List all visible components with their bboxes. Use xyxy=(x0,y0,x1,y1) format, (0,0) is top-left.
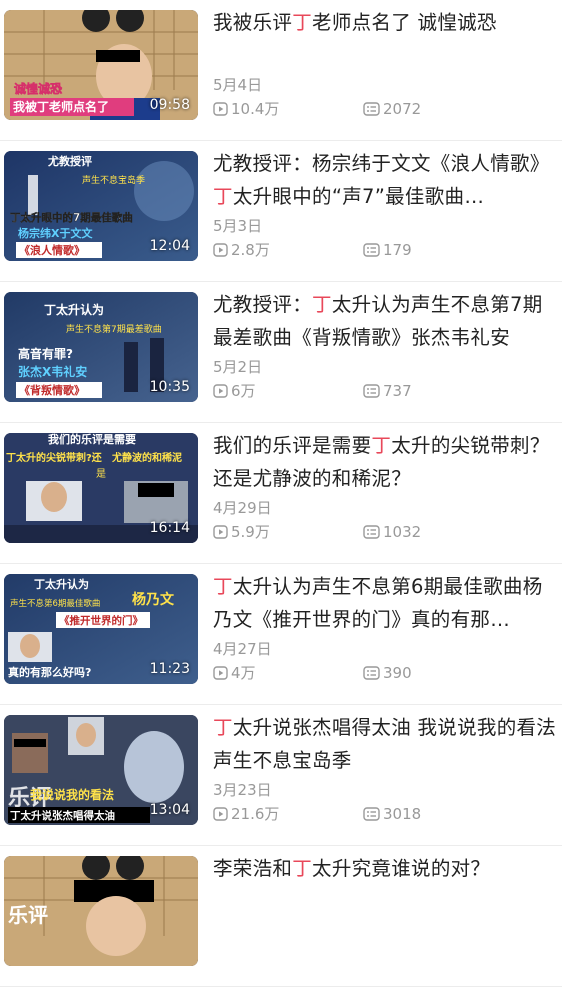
svg-text:声生不息宝岛季: 声生不息宝岛季 xyxy=(82,174,145,186)
video-thumbnail[interactable]: 丁太升认为 声生不息第7期最差歌曲 高音有罪? 张杰X韦礼安 《背叛情歌》 10… xyxy=(4,292,198,402)
play-count-icon xyxy=(213,524,228,539)
video-thumbnail[interactable]: 丁太升认为 声生不息第6期最佳歌曲 杨乃文 《推开世界的门》 真的有那么好吗? … xyxy=(4,574,198,684)
svg-text:丁太升认为: 丁太升认为 xyxy=(44,302,104,317)
video-thumbnail[interactable]: 乐评 我说说我的看法 丁太升说张杰唱得太油 13:04 xyxy=(4,715,198,825)
svg-text:《推开世界的门》: 《推开世界的门》 xyxy=(59,614,143,627)
video-date: 5月2日 xyxy=(213,358,263,376)
video-date: 3月23日 xyxy=(213,781,272,799)
comment-count: 1032 xyxy=(383,522,422,541)
thumbnail-image: 乐评 xyxy=(4,856,198,966)
video-stats: 21.6万 3018 xyxy=(213,803,558,824)
svg-text:张杰X韦礼安: 张杰X韦礼安 xyxy=(18,364,87,379)
video-stats: 5.9万 1032 xyxy=(213,521,558,542)
video-title[interactable]: 尤教授评：杨宗纬于文文《浪人情歌》丁太升眼中的“声7”最佳歌曲… xyxy=(213,147,558,213)
danmaku-count-icon xyxy=(363,665,380,680)
video-duration: 16:14 xyxy=(149,520,190,536)
video-date: 4月29日 xyxy=(213,499,272,517)
svg-text:尤教授评: 尤教授评 xyxy=(47,154,92,168)
svg-text:丁太升说张杰唱得太油: 丁太升说张杰唱得太油 xyxy=(10,809,115,822)
play-count-icon xyxy=(213,101,228,116)
video-duration: 13:04 xyxy=(149,802,190,818)
play-count-icon xyxy=(213,665,228,680)
video-stats: 10.4万 2072 xyxy=(213,98,558,119)
svg-text:高音有罪?: 高音有罪? xyxy=(18,346,73,361)
view-count: 6万 xyxy=(231,382,256,400)
video-item[interactable]: 我们的乐评是需要 丁太升的尖锐带刺?还 是 尤静波的和稀泥 16:14 我们的乐… xyxy=(0,423,562,564)
svg-text:我们的乐评是需要: 我们的乐评是需要 xyxy=(48,433,136,446)
comment-count: 2072 xyxy=(383,99,422,118)
svg-text:是: 是 xyxy=(96,468,106,480)
svg-text:杨乃文: 杨乃文 xyxy=(132,591,175,608)
view-count: 21.6万 xyxy=(231,805,280,823)
video-thumbnail[interactable]: 乐评 xyxy=(4,856,198,966)
video-date: 4月27日 xyxy=(213,640,272,658)
video-title[interactable]: 李荣浩和丁太升究竟谁说的对？ xyxy=(213,852,558,885)
svg-text:丁太升的尖锐带刺?还: 丁太升的尖锐带刺?还 xyxy=(6,451,103,464)
video-duration: 11:23 xyxy=(149,661,190,677)
svg-text:杨宗纬X于文文: 杨宗纬X于文文 xyxy=(18,226,93,240)
video-title[interactable]: 我被乐评丁老师点名了 诚惶诚恐 xyxy=(213,6,558,39)
svg-text:真的有那么好吗?: 真的有那么好吗? xyxy=(8,665,91,679)
svg-text:《背叛情歌》: 《背叛情歌》 xyxy=(19,383,85,397)
video-title[interactable]: 丁太升说张杰唱得太油 我说说我的看法 声生不息宝岛季 xyxy=(213,711,558,777)
svg-text:乐评: 乐评 xyxy=(8,903,48,927)
video-item[interactable]: 丁太升认为 声生不息第7期最差歌曲 高音有罪? 张杰X韦礼安 《背叛情歌》 10… xyxy=(0,282,562,423)
video-date: 5月3日 xyxy=(213,217,263,235)
comment-count: 390 xyxy=(383,663,412,682)
video-item[interactable]: 诚惶诚恐 我被丁老师点名了 09:58 我被乐评丁老师点名了 诚惶诚恐 5月4日… xyxy=(0,0,562,141)
svg-text:诚惶诚恐: 诚惶诚恐 xyxy=(14,81,62,96)
video-stats: 6万 737 xyxy=(213,380,558,401)
video-item[interactable]: 乐评 李荣浩和丁太升究竟谁说的对？ xyxy=(0,846,562,987)
svg-text:声生不息第6期最佳歌曲: 声生不息第6期最佳歌曲 xyxy=(10,598,100,609)
svg-text:我被丁老师点名了: 我被丁老师点名了 xyxy=(13,99,109,114)
video-item[interactable]: 尤教授评 声生不息宝岛季 丁太升眼中的7期最佳歌曲 杨宗纬X于文文 《浪人情歌》… xyxy=(0,141,562,282)
danmaku-count-icon xyxy=(363,806,380,821)
video-list: 诚惶诚恐 我被丁老师点名了 09:58 我被乐评丁老师点名了 诚惶诚恐 5月4日… xyxy=(0,0,562,987)
video-thumbnail[interactable]: 我们的乐评是需要 丁太升的尖锐带刺?还 是 尤静波的和稀泥 16:14 xyxy=(4,433,198,543)
svg-text:丁太升眼中的7期最佳歌曲: 丁太升眼中的7期最佳歌曲 xyxy=(10,211,133,224)
video-title[interactable]: 尤教授评：丁太升认为声生不息第7期最差歌曲《背叛情歌》张杰韦礼安 xyxy=(213,288,558,354)
video-duration: 12:04 xyxy=(149,238,190,254)
view-count: 2.8万 xyxy=(231,241,270,259)
view-count: 5.9万 xyxy=(231,523,270,541)
video-title[interactable]: 我们的乐评是需要丁太升的尖锐带刺？还是尤静波的和稀泥？ xyxy=(213,429,558,495)
play-count-icon xyxy=(213,806,228,821)
svg-text:我说说我的看法: 我说说我的看法 xyxy=(30,787,114,802)
video-item[interactable]: 乐评 我说说我的看法 丁太升说张杰唱得太油 13:04 丁太升说张杰唱得太油 我… xyxy=(0,705,562,846)
danmaku-count-icon xyxy=(363,101,380,116)
video-duration: 10:35 xyxy=(149,379,190,395)
video-stats: 2.8万 179 xyxy=(213,239,558,260)
play-count-icon xyxy=(213,242,228,257)
danmaku-count-icon xyxy=(363,242,380,257)
video-title[interactable]: 丁太升认为声生不息第6期最佳歌曲杨乃文《推开世界的门》真的有那… xyxy=(213,570,558,636)
video-stats: 4万 390 xyxy=(213,662,558,683)
video-item[interactable]: 丁太升认为 声生不息第6期最佳歌曲 杨乃文 《推开世界的门》 真的有那么好吗? … xyxy=(0,564,562,705)
play-count-icon xyxy=(213,383,228,398)
view-count: 10.4万 xyxy=(231,100,280,118)
svg-text:丁太升认为: 丁太升认为 xyxy=(34,577,89,591)
comment-count: 3018 xyxy=(383,804,422,823)
comment-count: 737 xyxy=(383,381,412,400)
view-count: 4万 xyxy=(231,664,256,682)
svg-text:尤静波的和稀泥: 尤静波的和稀泥 xyxy=(112,451,182,464)
video-duration: 09:58 xyxy=(149,97,190,113)
danmaku-count-icon xyxy=(363,383,380,398)
comment-count: 179 xyxy=(383,240,412,259)
svg-text:声生不息第7期最差歌曲: 声生不息第7期最差歌曲 xyxy=(66,323,162,335)
video-thumbnail[interactable]: 尤教授评 声生不息宝岛季 丁太升眼中的7期最佳歌曲 杨宗纬X于文文 《浪人情歌》… xyxy=(4,151,198,261)
video-thumbnail[interactable]: 诚惶诚恐 我被丁老师点名了 09:58 xyxy=(4,10,198,120)
svg-text:《浪人情歌》: 《浪人情歌》 xyxy=(19,243,85,257)
video-date: 5月4日 xyxy=(213,76,263,94)
danmaku-count-icon xyxy=(363,524,380,539)
